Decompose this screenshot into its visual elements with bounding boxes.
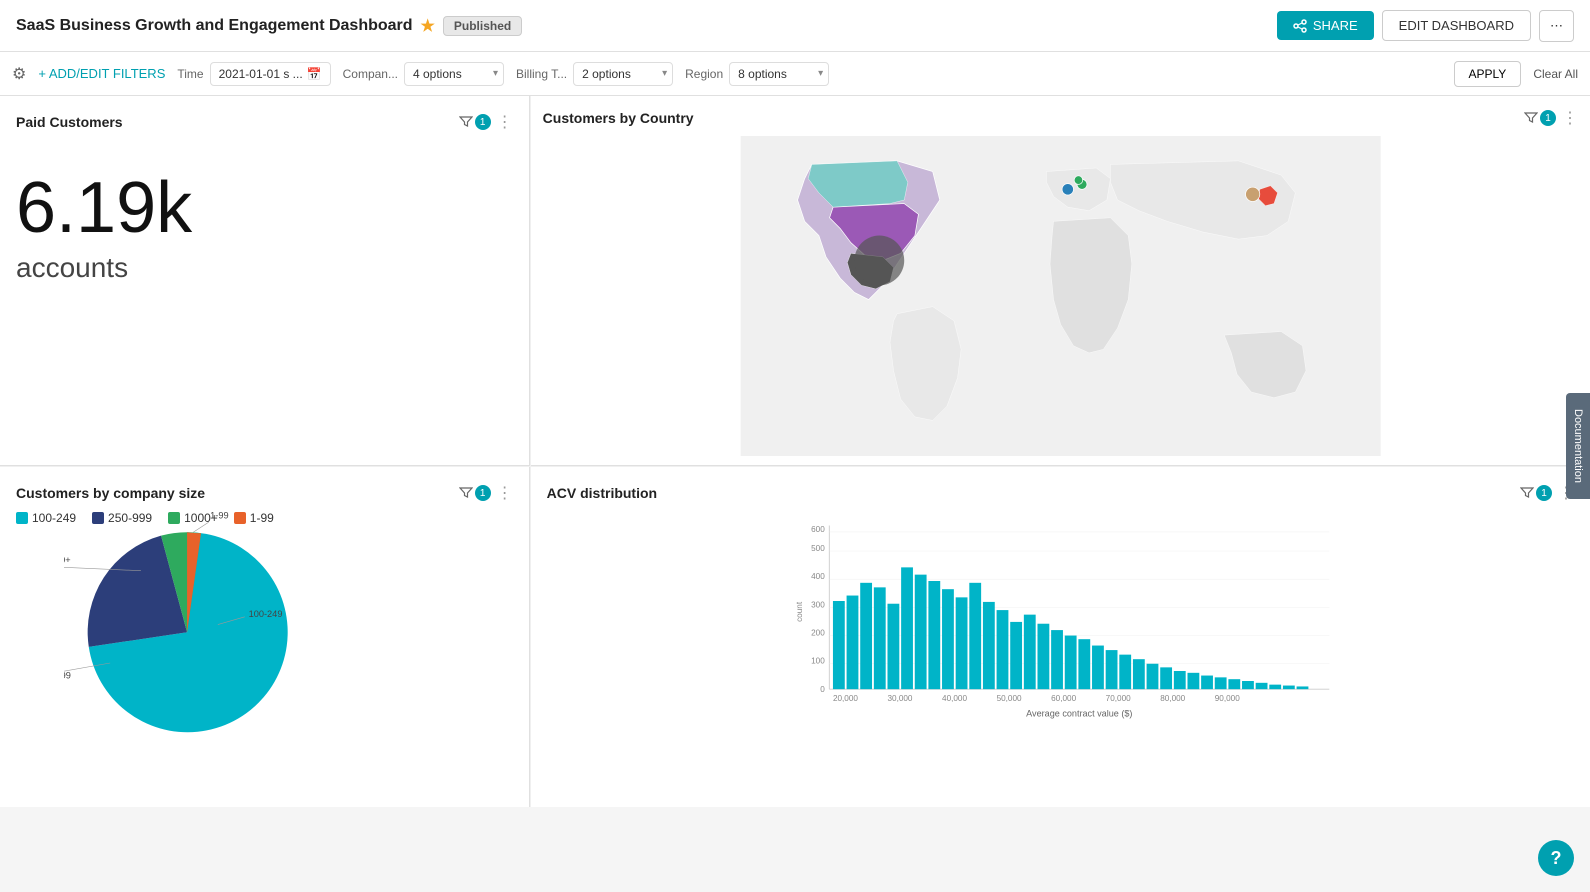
company-filter-select-wrap[interactable]: 4 options bbox=[404, 62, 504, 86]
paid-customers-header: Paid Customers 1 ⋮ bbox=[16, 112, 513, 132]
billing-filter-group: Billing T... 2 options bbox=[516, 62, 673, 86]
paid-customers-actions: 1 ⋮ bbox=[459, 112, 513, 132]
company-filter-group: Compan... 4 options bbox=[343, 62, 504, 86]
svg-text:0: 0 bbox=[820, 685, 825, 694]
svg-text:30,000: 30,000 bbox=[887, 694, 912, 703]
apply-button[interactable]: APPLY bbox=[1454, 61, 1522, 87]
paid-customers-filter-icon[interactable]: 1 bbox=[459, 114, 491, 130]
time-filter-input[interactable]: 2021-01-01 s ... 📅 bbox=[210, 62, 331, 86]
size-filter-icon[interactable]: 1 bbox=[459, 485, 491, 501]
company-filter-select[interactable]: 4 options bbox=[404, 62, 504, 86]
customers-by-size-panel: Customers by company size 1 ⋮ 100-249 25… bbox=[0, 467, 530, 807]
pie-label-1-99: 1-99 bbox=[210, 510, 228, 520]
customers-by-size-title: Customers by company size bbox=[16, 485, 205, 501]
more-options-button[interactable]: ⋯ bbox=[1539, 10, 1574, 42]
paid-customers-title: Paid Customers bbox=[16, 114, 123, 130]
calendar-icon: 📅 bbox=[307, 67, 322, 81]
world-map-container bbox=[543, 136, 1578, 456]
pie-label-1000plus: 1000+ bbox=[64, 555, 71, 565]
customers-by-country-header: Customers by Country 1 ⋮ bbox=[543, 108, 1578, 128]
svg-text:500: 500 bbox=[811, 544, 825, 553]
main-grid: Paid Customers 1 ⋮ 6.19k accounts Custom… bbox=[0, 96, 1590, 807]
size-more-icon[interactable]: ⋮ bbox=[497, 483, 513, 503]
published-badge: Published bbox=[443, 16, 522, 36]
filter-icon-4 bbox=[1520, 486, 1534, 500]
acv-distribution-panel: ACV distribution 1 ⋮ 0 100 200 300 40 bbox=[531, 467, 1590, 807]
paid-customers-panel: Paid Customers 1 ⋮ 6.19k accounts bbox=[0, 96, 530, 466]
country-filter-badge: 1 bbox=[1540, 110, 1556, 126]
filter-bar: ⚙ + ADD/EDIT FILTERS Time 2021-01-01 s .… bbox=[0, 52, 1590, 96]
svg-text:20,000: 20,000 bbox=[833, 694, 858, 703]
acv-filter-badge: 1 bbox=[1536, 485, 1552, 501]
clear-all-button[interactable]: Clear All bbox=[1533, 67, 1578, 81]
filter-icon-3 bbox=[459, 486, 473, 500]
help-button[interactable]: ? bbox=[1538, 840, 1574, 876]
world-map-svg bbox=[543, 136, 1578, 456]
paid-customers-filter-badge: 1 bbox=[475, 114, 491, 130]
customers-by-country-panel: Customers by Country 1 ⋮ bbox=[531, 96, 1590, 466]
time-filter-group: Time 2021-01-01 s ... 📅 bbox=[177, 62, 330, 86]
svg-text:400: 400 bbox=[811, 572, 825, 581]
filter-icon bbox=[459, 115, 473, 129]
size-filter-badge: 1 bbox=[475, 485, 491, 501]
pie-chart-svg: 100-249 250-999 1000+ 1-99 bbox=[64, 508, 464, 807]
region-filter-select-wrap[interactable]: 8 options bbox=[729, 62, 829, 86]
customers-by-size-header: Customers by company size 1 ⋮ bbox=[16, 483, 513, 503]
pie-label-100-249: 100-249 bbox=[249, 609, 283, 619]
paid-customers-more-icon[interactable]: ⋮ bbox=[497, 112, 513, 132]
region-filter-group: Region 8 options bbox=[685, 62, 829, 86]
customers-by-size-actions: 1 ⋮ bbox=[459, 483, 513, 503]
svg-text:Average contract value ($): Average contract value ($) bbox=[1026, 708, 1132, 718]
svg-text:60,000: 60,000 bbox=[1051, 694, 1076, 703]
region-filter-label: Region bbox=[685, 67, 723, 81]
svg-text:70,000: 70,000 bbox=[1105, 694, 1130, 703]
acv-filter-icon[interactable]: 1 bbox=[1520, 485, 1552, 501]
add-edit-filters-button[interactable]: + ADD/EDIT FILTERS bbox=[38, 66, 165, 81]
customers-by-country-actions: 1 ⋮ bbox=[1524, 108, 1578, 128]
documentation-tab[interactable]: Documentation bbox=[1566, 393, 1590, 499]
svg-text:50,000: 50,000 bbox=[996, 694, 1021, 703]
edit-dashboard-button[interactable]: EDIT DASHBOARD bbox=[1382, 10, 1531, 41]
legend-color-100-249 bbox=[16, 512, 28, 524]
time-filter-label: Time bbox=[177, 67, 203, 81]
paid-customers-unit: accounts bbox=[16, 252, 513, 284]
svg-text:80,000: 80,000 bbox=[1160, 694, 1185, 703]
country-more-icon[interactable]: ⋮ bbox=[1562, 108, 1578, 128]
bar-chart-svg: 0 100 200 300 400 500 600 count bbox=[597, 521, 1534, 721]
svg-text:90,000: 90,000 bbox=[1214, 694, 1239, 703]
svg-text:100: 100 bbox=[811, 657, 825, 666]
billing-filter-select-wrap[interactable]: 2 options bbox=[573, 62, 673, 86]
billing-filter-label: Billing T... bbox=[516, 67, 567, 81]
paid-customers-value: 6.19k bbox=[16, 172, 513, 244]
bar-chart-container: 0 100 200 300 400 500 600 count bbox=[547, 511, 1574, 761]
share-icon bbox=[1293, 19, 1307, 33]
star-icon[interactable]: ★ bbox=[421, 16, 435, 36]
settings-icon[interactable]: ⚙ bbox=[12, 64, 26, 84]
acv-header: ACV distribution 1 ⋮ bbox=[547, 483, 1574, 503]
svg-text:count: count bbox=[795, 601, 804, 622]
svg-text:40,000: 40,000 bbox=[942, 694, 967, 703]
svg-text:300: 300 bbox=[811, 600, 825, 609]
region-filter-select[interactable]: 8 options bbox=[729, 62, 829, 86]
share-button[interactable]: SHARE bbox=[1277, 11, 1374, 40]
header: SaaS Business Growth and Engagement Dash… bbox=[0, 0, 1590, 52]
header-actions: SHARE EDIT DASHBOARD ⋯ bbox=[1277, 10, 1574, 42]
company-filter-label: Compan... bbox=[343, 67, 398, 81]
svg-text:200: 200 bbox=[811, 629, 825, 638]
filter-icon-2 bbox=[1524, 111, 1538, 125]
pie-chart-container: 100-249 250-999 1000+ 1-99 bbox=[16, 533, 513, 793]
billing-filter-select[interactable]: 2 options bbox=[573, 62, 673, 86]
svg-text:600: 600 bbox=[811, 525, 825, 534]
acv-title: ACV distribution bbox=[547, 485, 657, 501]
customers-by-country-title: Customers by Country bbox=[543, 110, 694, 126]
country-filter-icon[interactable]: 1 bbox=[1524, 110, 1556, 126]
pie-label-250-999: 250-999 bbox=[64, 670, 71, 680]
dashboard-title: SaaS Business Growth and Engagement Dash… bbox=[16, 17, 413, 35]
header-title-area: SaaS Business Growth and Engagement Dash… bbox=[16, 16, 1277, 36]
